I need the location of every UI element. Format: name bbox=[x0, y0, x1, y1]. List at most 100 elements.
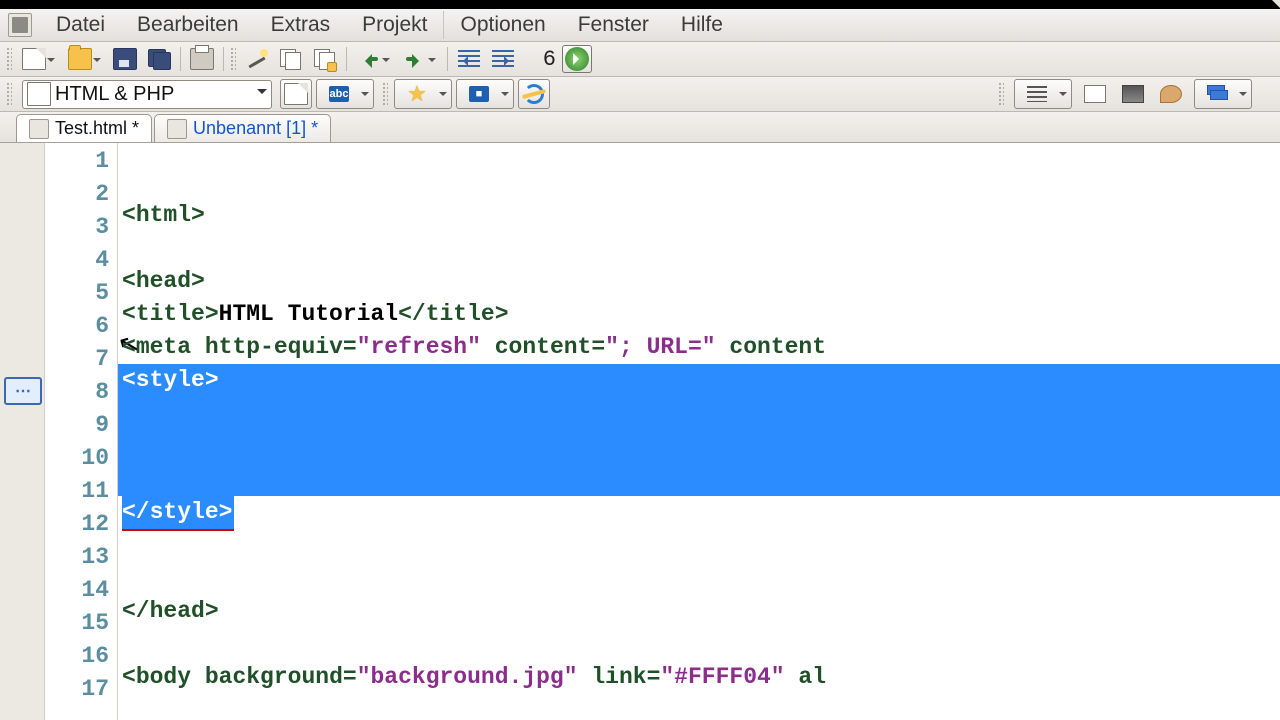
language-combo[interactable]: HTML & PHP bbox=[22, 80, 272, 109]
layers-button[interactable] bbox=[1194, 79, 1252, 109]
snippets-button[interactable]: ■ bbox=[456, 79, 514, 109]
preview-icon bbox=[284, 83, 308, 105]
toolbar-grip bbox=[6, 82, 12, 106]
line-number: 10 bbox=[45, 442, 117, 475]
tabbar: Test.html * Unbenannt [1] * bbox=[0, 112, 1280, 143]
menu-bearbeiten[interactable]: Bearbeiten bbox=[121, 11, 255, 39]
menu-datei[interactable]: Datei bbox=[40, 11, 121, 39]
open-file-button[interactable] bbox=[64, 45, 106, 73]
line-number: 11 bbox=[45, 475, 117, 508]
line-number: 8 bbox=[45, 376, 117, 409]
code-line[interactable] bbox=[118, 463, 1280, 496]
tab-test-html[interactable]: Test.html * bbox=[16, 114, 152, 142]
code-line[interactable]: <html> bbox=[118, 199, 1280, 232]
copy-button[interactable] bbox=[276, 45, 306, 73]
editor[interactable]: 1234567891011121314151617 ↖ <html><head>… bbox=[0, 143, 1280, 720]
menu-hilfe[interactable]: Hilfe bbox=[665, 11, 739, 39]
undo-button[interactable] bbox=[353, 45, 395, 73]
doc-icon bbox=[29, 119, 49, 139]
code-line[interactable]: <meta http-equiv="refresh" content="; UR… bbox=[118, 331, 1280, 364]
tab-label: Test.html * bbox=[55, 118, 139, 139]
favorites-button[interactable]: ★ bbox=[394, 79, 452, 109]
redo-button[interactable] bbox=[399, 45, 441, 73]
code-line[interactable]: </style> bbox=[118, 496, 1280, 529]
code-line[interactable] bbox=[118, 397, 1280, 430]
code-line[interactable] bbox=[118, 529, 1280, 562]
image-button[interactable] bbox=[1118, 80, 1148, 108]
menu-optionen[interactable]: Optionen bbox=[444, 11, 561, 39]
chevron-down-icon bbox=[253, 89, 271, 99]
language-combo-label: HTML & PHP bbox=[55, 83, 253, 106]
preview-button[interactable] bbox=[280, 79, 312, 109]
toolbar-grip bbox=[6, 47, 12, 71]
new-file-button[interactable] bbox=[18, 45, 60, 73]
indent-button[interactable] bbox=[488, 45, 518, 73]
line-number-gutter: 1234567891011121314151617 bbox=[45, 143, 118, 720]
go-button[interactable] bbox=[562, 45, 592, 73]
toolbar-line-number: 6 bbox=[520, 47, 560, 72]
toolbar-separator bbox=[223, 47, 224, 71]
code-line[interactable]: <style> bbox=[118, 364, 1280, 397]
wand-icon bbox=[246, 49, 268, 69]
line-number: 9 bbox=[45, 409, 117, 442]
code-area[interactable]: ↖ <html><head><title>HTML Tutorial</titl… bbox=[118, 143, 1280, 720]
redo-icon bbox=[404, 52, 426, 66]
line-number: 14 bbox=[45, 574, 117, 607]
code-line[interactable]: <title>HTML Tutorial</title> bbox=[118, 298, 1280, 331]
code-line[interactable]: <body background="background.jpg" link="… bbox=[118, 661, 1280, 694]
stack-icon bbox=[1207, 85, 1227, 103]
paste-button[interactable] bbox=[310, 45, 340, 73]
code-line[interactable] bbox=[118, 562, 1280, 595]
tab-label: Unbenannt [1] * bbox=[193, 118, 318, 139]
line-number: 4 bbox=[45, 244, 117, 277]
code-line[interactable] bbox=[118, 430, 1280, 463]
toolbar-separator bbox=[346, 47, 347, 71]
new-file-icon bbox=[22, 48, 46, 70]
fold-marker-icon[interactable] bbox=[4, 377, 42, 405]
play-icon bbox=[565, 47, 589, 71]
undo-icon bbox=[358, 52, 380, 66]
menu-fenster[interactable]: Fenster bbox=[562, 11, 665, 39]
code-line[interactable] bbox=[118, 628, 1280, 661]
copy-icon bbox=[280, 49, 302, 69]
line-number: 16 bbox=[45, 640, 117, 673]
save-all-icon bbox=[148, 49, 170, 69]
save-all-button[interactable] bbox=[144, 45, 174, 73]
palette-button[interactable] bbox=[1156, 80, 1186, 108]
line-number: 12 bbox=[45, 508, 117, 541]
open-folder-icon bbox=[68, 48, 92, 70]
menu-extras[interactable]: Extras bbox=[255, 11, 347, 39]
printer-icon bbox=[190, 48, 214, 70]
abc-button[interactable]: abc bbox=[316, 79, 374, 109]
print-button[interactable] bbox=[187, 45, 217, 73]
fold-gutter bbox=[0, 143, 45, 720]
browser-preview-button[interactable] bbox=[518, 79, 550, 109]
save-button[interactable] bbox=[110, 45, 140, 73]
outdent-button[interactable] bbox=[454, 45, 484, 73]
line-number: 13 bbox=[45, 541, 117, 574]
code-line[interactable] bbox=[118, 694, 1280, 720]
code-line[interactable]: <head> bbox=[118, 265, 1280, 298]
lines-icon bbox=[1027, 86, 1047, 102]
app-icon bbox=[8, 13, 32, 37]
wizard-button[interactable] bbox=[242, 45, 272, 73]
internet-explorer-icon bbox=[522, 82, 546, 106]
toolbar-separator bbox=[180, 47, 181, 71]
code-line[interactable]: </head> bbox=[118, 595, 1280, 628]
list-view-button[interactable] bbox=[1014, 79, 1072, 109]
toolbar-separator bbox=[447, 47, 448, 71]
abc-icon: abc bbox=[329, 86, 349, 102]
line-number: 1 bbox=[45, 145, 117, 178]
save-icon bbox=[113, 48, 137, 70]
line-number: 3 bbox=[45, 211, 117, 244]
line-number: 5 bbox=[45, 277, 117, 310]
line-number: 15 bbox=[45, 607, 117, 640]
menu-projekt[interactable]: Projekt bbox=[346, 11, 444, 39]
page-button[interactable] bbox=[1080, 80, 1110, 108]
toolbar-grip bbox=[230, 47, 236, 71]
titlebar bbox=[0, 0, 1280, 9]
code-line[interactable] bbox=[118, 232, 1280, 265]
secondary-toolbar: HTML & PHP abc ★ ■ bbox=[0, 77, 1280, 112]
menubar: Datei Bearbeiten Extras Projekt Optionen… bbox=[0, 9, 1280, 42]
tab-unbenannt[interactable]: Unbenannt [1] * bbox=[154, 114, 331, 142]
